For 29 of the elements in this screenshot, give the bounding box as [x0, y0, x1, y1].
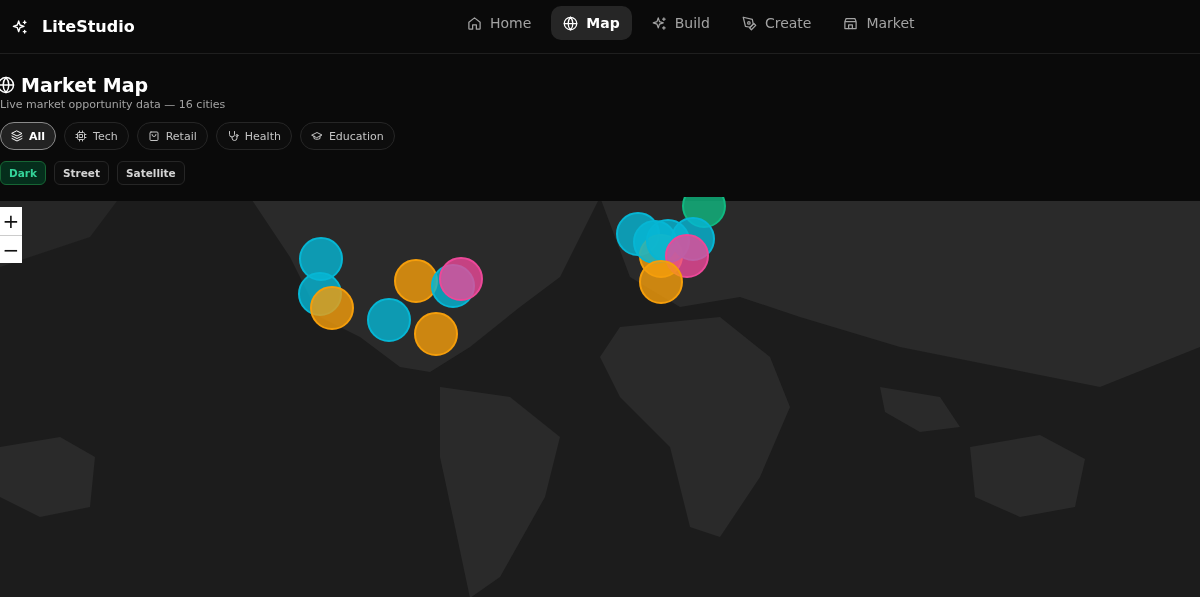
page-subtitle: Live market opportunity data — 16 cities: [0, 98, 227, 111]
app-name: LiteStudio: [42, 17, 135, 36]
zoom-out-button[interactable]: −: [0, 235, 22, 263]
home-icon: [467, 15, 482, 31]
category-filter[interactable]: Retail: [136, 122, 208, 150]
nav-tab[interactable]: Market: [831, 6, 927, 40]
globe-icon: [0, 76, 15, 94]
page-title: Market Map: [21, 74, 149, 96]
nav-tab[interactable]: Map: [551, 6, 632, 40]
pen-icon: [741, 15, 757, 31]
layers-icon: [11, 130, 23, 142]
nav-tab[interactable]: Build: [639, 6, 722, 40]
nav-tab[interactable]: Home: [455, 6, 544, 40]
category-filter[interactable]: Health: [215, 122, 292, 150]
bag-icon: [147, 130, 160, 142]
map-style-button[interactable]: Satellite: [117, 161, 185, 185]
category-filter[interactable]: All: [0, 122, 57, 150]
stethoscope-icon: [226, 130, 239, 142]
category-filter[interactable]: Tech: [64, 122, 129, 150]
store-icon: [843, 15, 859, 31]
globe-icon: [563, 15, 579, 31]
chip-icon: [75, 130, 88, 142]
nav-tab[interactable]: Create: [729, 6, 824, 40]
map-style-button[interactable]: Dark: [0, 161, 46, 185]
sparkle-icon: [12, 18, 28, 35]
graduation-cap-icon: [310, 130, 323, 142]
map-style-button[interactable]: Street: [53, 161, 109, 185]
sparkle-icon: [651, 15, 667, 31]
category-filter[interactable]: Education: [299, 122, 395, 150]
